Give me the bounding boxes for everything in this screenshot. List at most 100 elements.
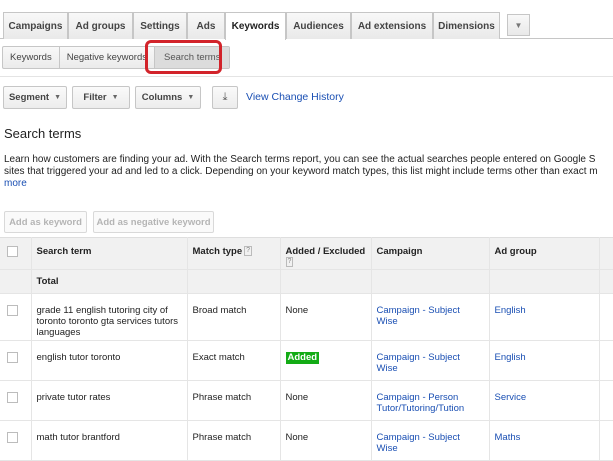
ad-group-link[interactable]: Service [495,392,527,403]
columns-label: Columns [141,92,183,103]
columns-button[interactable]: Columns ▼ [135,86,201,109]
view-change-history-link[interactable]: View Change History [246,91,344,103]
header-campaign[interactable]: Campaign [371,237,490,270]
add-as-negative-keyword-button[interactable]: Add as negative keyword [93,211,214,233]
segment-button[interactable]: Segment ▼ [3,86,67,109]
header-added-excluded[interactable]: Added / Excluded? [280,237,372,270]
add-as-keyword-button[interactable]: Add as keyword [4,211,87,233]
header-overflow [599,237,613,270]
row-checkbox[interactable] [7,392,18,403]
row-checkbox[interactable] [7,352,18,363]
overflow-cell [599,293,613,341]
chevron-down-icon: ▼ [111,94,119,101]
campaign-cell: Campaign - Person Tutor/Tutoring/Tution [371,380,490,421]
match-type-cell: Phrase match [187,420,281,461]
total-empty-cell [280,269,372,294]
campaign-link[interactable]: Campaign - Person Tutor/Tutoring/Tution [377,392,465,414]
campaign-cell: Campaign - Subject Wise [371,293,490,341]
header-ad-group[interactable]: Ad group [489,237,600,270]
chevron-down-icon: ▼ [54,94,62,101]
added-excluded-cell: None [280,420,372,461]
campaign-cell: Campaign - Subject Wise [371,420,490,461]
search-term-cell: english tutor toronto [31,340,188,381]
search-terms-table: Search term Match type? Added / Excluded… [0,237,613,461]
row-select-cell [0,340,32,381]
search-term-cell: grade 11 english tutoring city of toront… [31,293,188,341]
top-tab-bar: Campaigns Ad groups Settings Ads Keyword… [0,0,613,40]
segment-label: Segment [8,92,50,103]
filter-label: Filter [83,92,107,103]
added-excluded-cell: None [280,380,372,421]
total-empty-cell [489,269,600,294]
header-search-term[interactable]: Search term [31,237,188,270]
search-term-cell: math tutor brantford [31,420,188,461]
campaign-link[interactable]: Campaign - Subject Wise [377,352,460,374]
total-row: Total [0,269,613,294]
subtab-keywords[interactable]: Keywords [3,47,60,68]
page-description: Learn how customers are finding your ad.… [4,154,613,190]
download-button[interactable]: ⤓ [212,86,238,109]
table-row: math tutor brantford Phrase match None C… [0,420,613,461]
added-excluded-cell: Added [280,340,372,381]
more-tabs-dropdown[interactable]: ▼ [507,14,530,36]
row-checkbox[interactable] [7,432,18,443]
added-excluded-cell: None [280,293,372,341]
header-match-type[interactable]: Match type? [187,237,281,270]
search-term-cell: private tutor rates [31,380,188,421]
overflow-cell [599,340,613,381]
help-icon[interactable]: ? [244,246,253,256]
ad-group-cell: English [489,340,600,381]
description-line: sites that triggered your ad and led to … [4,166,598,177]
overflow-cell [599,420,613,461]
total-label: Total [31,269,188,294]
ad-group-cell: Service [489,380,600,421]
match-type-cell: Phrase match [187,380,281,421]
tab-ad-extensions[interactable]: Ad extensions [351,12,433,39]
total-empty-cell [0,269,32,294]
campaign-cell: Campaign - Subject Wise [371,340,490,381]
ad-group-link[interactable]: Maths [495,432,521,443]
campaign-link[interactable]: Campaign - Subject Wise [377,305,460,327]
match-type-cell: Exact match [187,340,281,381]
tab-ads[interactable]: Ads [187,12,225,39]
select-all-cell [0,237,32,270]
ad-group-cell: English [489,293,600,341]
highlight-box [145,40,222,74]
description-line: Learn how customers are finding your ad.… [4,154,596,165]
table-header-row: Search term Match type? Added / Excluded… [0,237,613,270]
chevron-down-icon: ▼ [187,94,195,101]
tab-dimensions[interactable]: Dimensions [433,12,500,39]
ad-group-cell: Maths [489,420,600,461]
download-icon: ⤓ [222,91,228,103]
table-row: grade 11 english tutoring city of toront… [0,293,613,341]
ad-group-link[interactable]: English [495,305,526,316]
total-empty-cell [599,269,613,294]
subtab-negative-keywords[interactable]: Negative keywords [60,47,155,68]
row-checkbox[interactable] [7,305,18,316]
ad-group-link[interactable]: English [495,352,526,363]
tab-keywords[interactable]: Keywords [225,12,286,40]
table-row: private tutor rates Phrase match None Ca… [0,380,613,421]
tab-ad-groups[interactable]: Ad groups [68,12,133,39]
filter-button[interactable]: Filter ▼ [72,86,130,109]
match-type-cell: Broad match [187,293,281,341]
chevron-down-icon: ▼ [514,20,523,30]
added-badge: Added [285,352,320,364]
header-match-type-label: Match type [192,246,243,257]
select-all-checkbox[interactable] [7,246,18,257]
tab-audiences[interactable]: Audiences [286,12,351,39]
more-link[interactable]: more [4,178,613,190]
help-icon[interactable]: ? [285,257,294,267]
row-select-cell [0,293,32,341]
tab-campaigns[interactable]: Campaigns [3,12,68,39]
header-added-excluded-label: Added / Excluded [285,246,366,257]
total-empty-cell [187,269,281,294]
overflow-cell [599,380,613,421]
total-empty-cell [371,269,490,294]
divider [0,76,613,77]
row-select-cell [0,380,32,421]
row-select-cell [0,420,32,461]
tab-settings[interactable]: Settings [133,12,187,39]
campaign-link[interactable]: Campaign - Subject Wise [377,432,460,454]
table-row: english tutor toronto Exact match Added … [0,340,613,381]
